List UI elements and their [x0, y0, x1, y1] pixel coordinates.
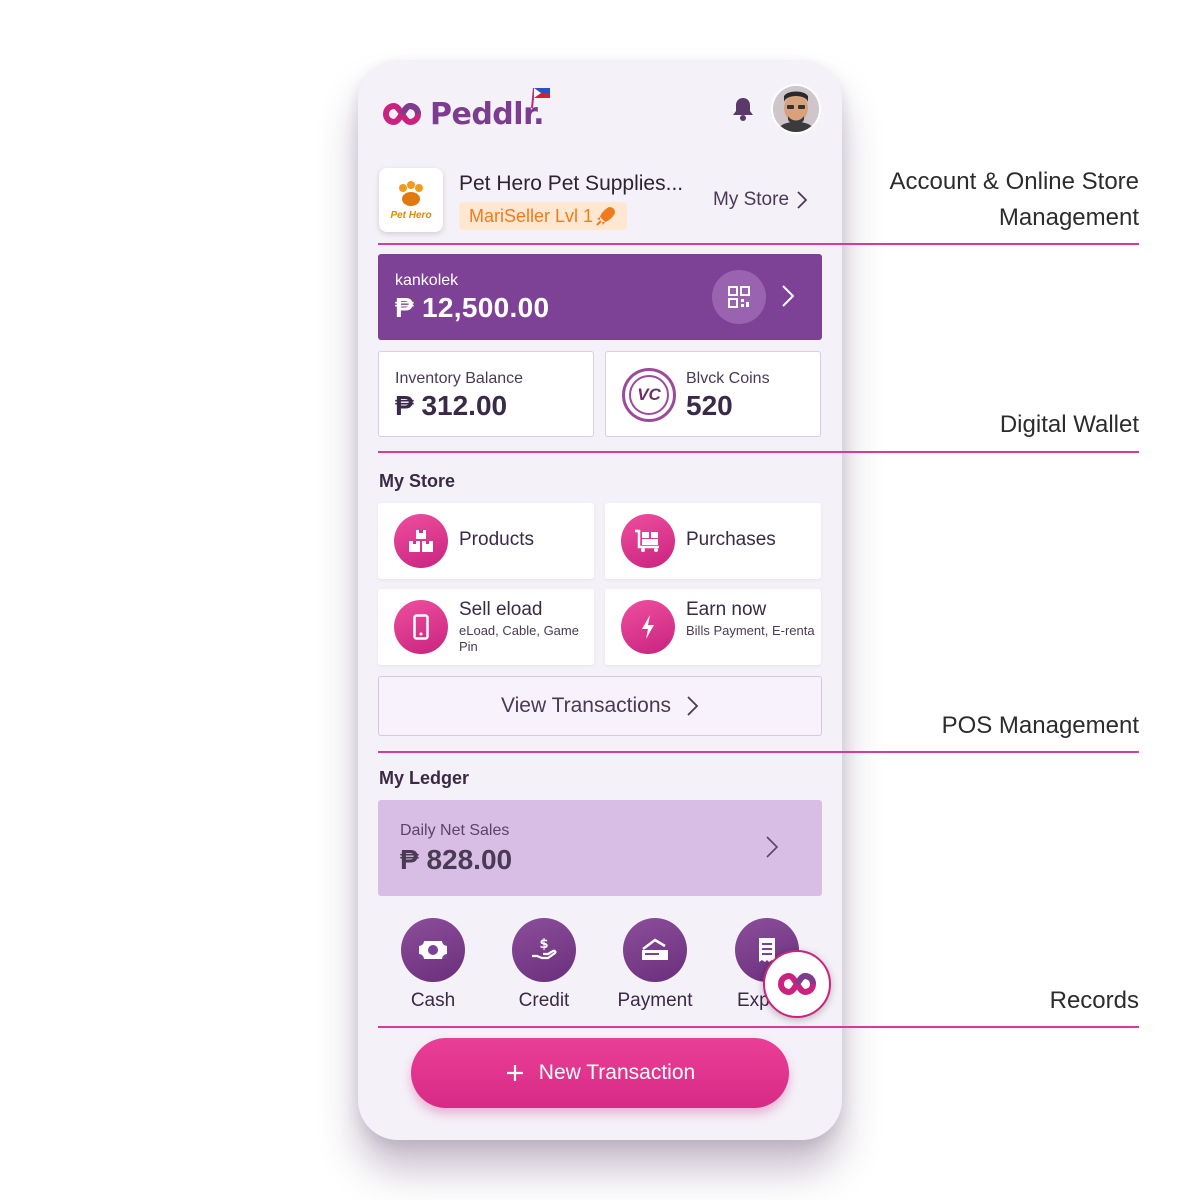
inventory-balance-value: ₱ 312.00: [395, 390, 508, 421]
store-logo-text: Pet Hero: [390, 209, 432, 221]
annotation-divider-wallet: [378, 451, 1139, 453]
chevron-right-icon: [797, 191, 808, 209]
plus-icon: [506, 1065, 523, 1081]
chevron-right-icon: [766, 836, 778, 858]
philippines-flag-icon: [531, 87, 550, 108]
purchases-label: Purchases: [686, 529, 776, 550]
daily-net-sales-label: Daily Net Sales: [400, 822, 510, 839]
vc-coin-icon: VC: [622, 368, 676, 422]
annotation-pos-management: POS Management: [941, 712, 1139, 739]
wallet-chevron-icon[interactable]: [782, 285, 794, 307]
bolt-icon: [621, 600, 675, 654]
view-transactions-button[interactable]: View Transactions: [378, 676, 822, 736]
blvck-coins-card[interactable]: VC Blvck Coins 520: [605, 351, 821, 437]
my-store-link[interactable]: My Store: [713, 189, 808, 211]
earn-now-tile[interactable]: Earn now Bills Payment, E-renta: [605, 589, 821, 665]
inventory-balance-label: Inventory Balance: [395, 370, 524, 387]
vc-coin-text: VC: [629, 375, 669, 415]
peddlr-logo: Peddlr.: [380, 92, 544, 136]
annotation-digital-wallet: Digital Wallet: [999, 411, 1139, 438]
my-store-title: My Store: [379, 471, 456, 491]
wallet-label: kankolek: [395, 272, 459, 289]
peddlr-infinity-icon: [777, 972, 817, 996]
seller-level-badge: MariSeller Lvl 1: [459, 202, 628, 230]
avatar-face-icon: [773, 86, 819, 132]
wallet-card[interactable]: kankolek ₱ 12,500.00: [378, 254, 822, 340]
cash-icon: [401, 918, 465, 982]
annotation-divider-records: [378, 1026, 1139, 1028]
record-credit-label: Credit: [518, 990, 570, 1011]
qr-code-icon: [728, 286, 750, 308]
sell-eload-subtitle: eLoad, Cable, Game Pin: [459, 623, 579, 654]
products-label: Products: [459, 529, 534, 550]
earn-now-subtitle: Bills Payment, E-renta: [686, 623, 815, 638]
brand-name: Peddlr.: [430, 96, 544, 132]
new-transaction-label: New Transaction: [538, 1061, 696, 1084]
blvck-coins-value: 520: [686, 390, 733, 421]
record-payment-label: Payment: [617, 990, 693, 1011]
blvck-coins-label: Blvck Coins: [686, 370, 770, 387]
boxes-icon: [394, 514, 448, 568]
chevron-right-icon: [687, 696, 699, 716]
my-ledger-title: My Ledger: [379, 768, 470, 788]
cart-icon: [621, 514, 675, 568]
annotation-account-line2: Management: [998, 204, 1139, 231]
daily-net-sales-card[interactable]: Daily Net Sales ₱ 828.00: [378, 800, 822, 896]
paw-icon: [399, 180, 423, 206]
purchases-tile[interactable]: Purchases: [605, 503, 821, 579]
record-cash-button[interactable]: Cash: [383, 918, 483, 1018]
peddlr-assistant-button[interactable]: [763, 950, 831, 1018]
svg-text:$: $: [539, 937, 548, 952]
annotation-divider-pos: [378, 751, 1139, 753]
inventory-balance-card[interactable]: Inventory Balance ₱ 312.00: [378, 351, 594, 437]
record-cash-label: Cash: [410, 990, 456, 1011]
record-credit-button[interactable]: $ Credit: [494, 918, 594, 1018]
seller-level-text: MariSeller Lvl 1: [469, 205, 594, 226]
view-transactions-label: View Transactions: [500, 694, 672, 717]
credit-icon: $: [512, 918, 576, 982]
wallet-amount: ₱ 12,500.00: [395, 292, 550, 323]
daily-net-sales-amount: ₱ 828.00: [400, 844, 513, 875]
user-avatar[interactable]: [771, 84, 821, 134]
annotation-divider-account: [378, 243, 1139, 245]
store-name: Pet Hero Pet Supplies...: [459, 172, 684, 195]
new-transaction-button[interactable]: New Transaction: [411, 1038, 789, 1108]
phone-icon: [394, 600, 448, 654]
annotation-records: Records: [1049, 987, 1139, 1014]
peddlr-infinity-icon: [382, 102, 422, 126]
store-logo[interactable]: Pet Hero: [379, 168, 443, 232]
my-store-link-label: My Store: [713, 189, 790, 210]
earn-now-label: Earn now: [686, 599, 767, 620]
phone-screen: Peddlr. Pet Hero Pet Hero Pet Supplies..…: [358, 60, 842, 1140]
record-payment-button[interactable]: Payment: [605, 918, 705, 1018]
notification-bell-icon[interactable]: [731, 96, 755, 122]
sell-eload-tile[interactable]: Sell eload eLoad, Cable, Game Pin: [378, 589, 594, 665]
sell-eload-label: Sell eload: [459, 599, 543, 620]
products-tile[interactable]: Products: [378, 503, 594, 579]
qr-code-button[interactable]: [712, 270, 766, 324]
payment-icon: [623, 918, 687, 982]
rocket-icon: [596, 207, 616, 226]
annotation-account-line1: Account & Online Store: [889, 168, 1139, 195]
